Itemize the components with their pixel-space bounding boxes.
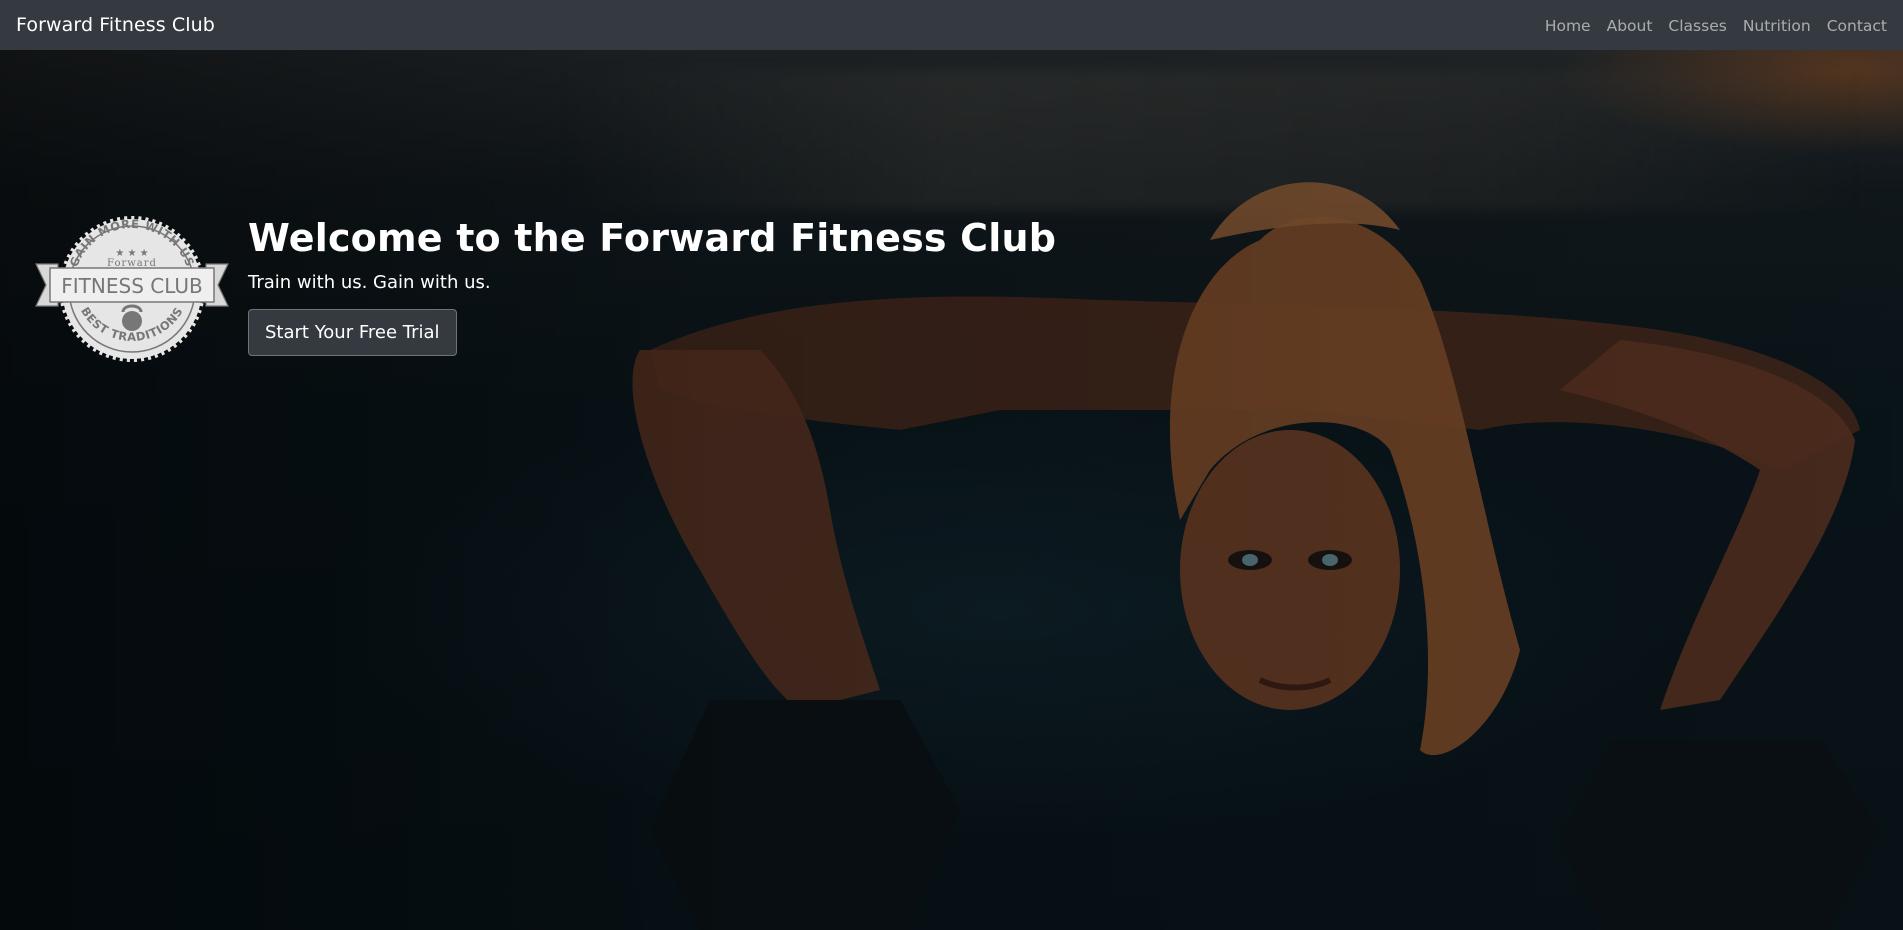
nav-item-home: Home — [1545, 16, 1591, 35]
nav-link-nutrition[interactable]: Nutrition — [1743, 17, 1811, 35]
hero-subtitle: Train with us. Gain with us. — [248, 271, 491, 293]
top-navbar: Forward Fitness Club Home About Classes … — [0, 0, 1903, 50]
club-logo: GAIN MORE WITH US BEST TRADITIONS ★ ★ ★ … — [35, 216, 229, 362]
nav-menu: Home About Classes Nutrition Contact — [1545, 16, 1887, 35]
nav-link-home[interactable]: Home — [1545, 17, 1591, 35]
logo-upper-text: Forward — [107, 258, 157, 269]
nav-link-classes[interactable]: Classes — [1668, 17, 1726, 35]
nav-item-about: About — [1607, 16, 1653, 35]
hero-overlay — [0, 50, 1903, 930]
hero-title: Welcome to the Forward Fitness Club — [248, 216, 1057, 260]
nav-item-nutrition: Nutrition — [1743, 16, 1811, 35]
hero-content: Welcome to the Forward Fitness Club Trai… — [248, 216, 1056, 356]
free-trial-button[interactable]: Start Your Free Trial — [248, 308, 457, 356]
nav-link-contact[interactable]: Contact — [1827, 17, 1887, 35]
nav-link-about[interactable]: About — [1607, 17, 1653, 35]
nav-item-contact: Contact — [1827, 16, 1887, 35]
nav-item-classes: Classes — [1668, 16, 1726, 35]
logo-banner-text: FITNESS CLUB — [61, 274, 202, 298]
brand-link[interactable]: Forward Fitness Club — [16, 14, 215, 36]
hero-section: GAIN MORE WITH US BEST TRADITIONS ★ ★ ★ … — [0, 50, 1903, 930]
